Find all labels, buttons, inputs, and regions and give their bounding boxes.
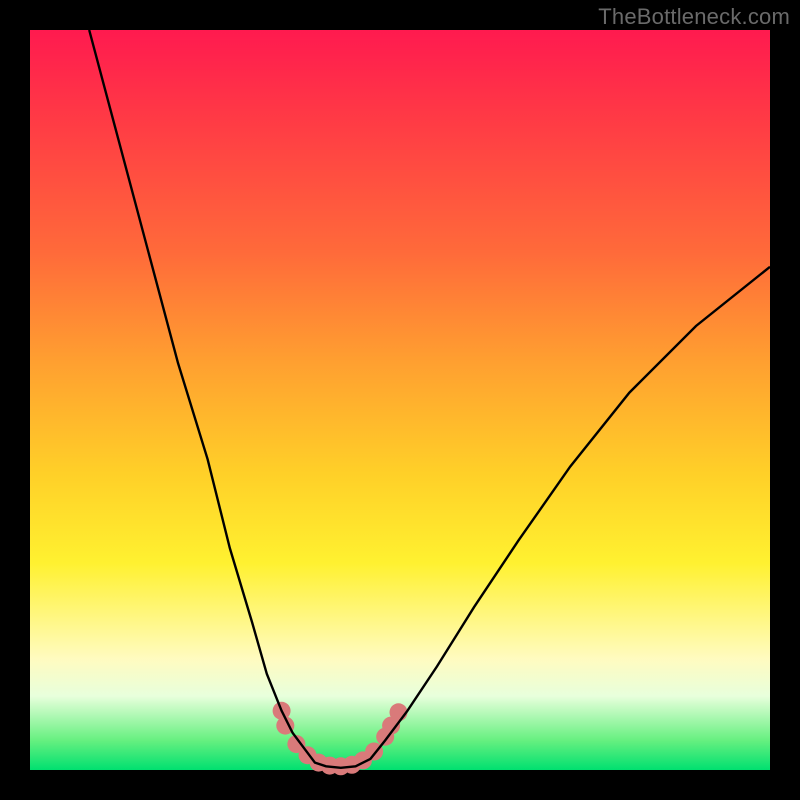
plot-area — [30, 30, 770, 770]
chart-frame: TheBottleneck.com — [0, 0, 800, 800]
bottleneck-curve — [89, 30, 770, 768]
watermark-text: TheBottleneck.com — [598, 4, 790, 30]
curve-layer — [30, 30, 770, 770]
